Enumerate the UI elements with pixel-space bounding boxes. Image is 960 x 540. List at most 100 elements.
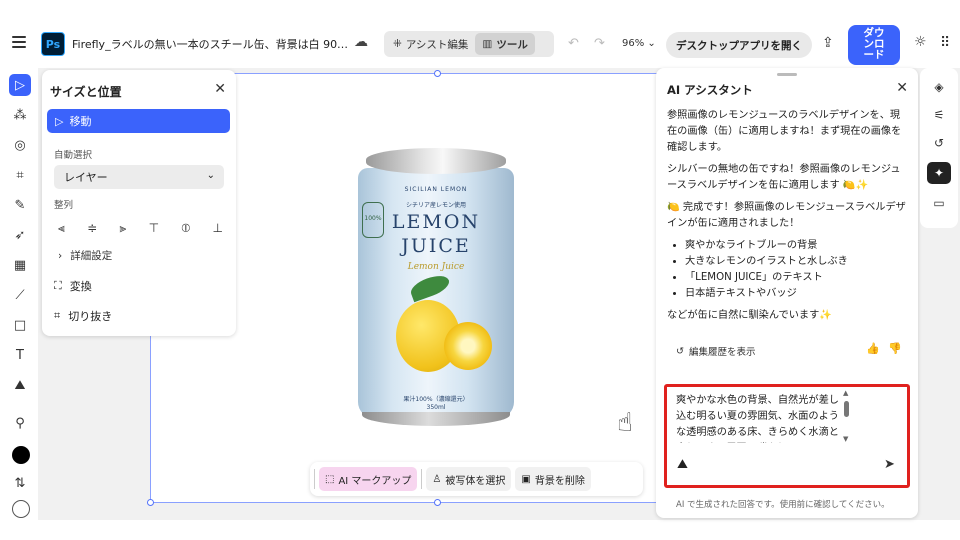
transform-icon: ⛶ [54, 279, 62, 292]
image-icon: ▣ [521, 473, 531, 485]
chevron-right-icon: › [58, 249, 63, 262]
ai-assistant-panel: AI アシスタント ✕ 参照画像のレモンジュースのラベルデザインを、現在の画像（… [656, 68, 918, 518]
edit-history-link[interactable]: ↺ 編集履歴を表示 [676, 344, 755, 359]
assist-edit-label: アシスト編集 [405, 38, 469, 51]
eyedropper-icon[interactable]: ⚲ [9, 412, 31, 434]
undo-icon[interactable]: ↶ [568, 36, 579, 51]
top-bar: Ps Firefly_ラベルの無い一本のスチール缶、背景は白 90… ☁ ⁜ ア… [0, 22, 960, 68]
can-volume: 350ml [426, 404, 446, 411]
crop-icon: ⌗ [54, 309, 61, 322]
can-bottom-rim [362, 412, 510, 426]
shapes-grid-icon[interactable]: ▦ [9, 254, 31, 276]
zoom-select[interactable]: 96% ⌄ [622, 38, 656, 49]
download-button[interactable]: ダウ ンロ ード [848, 25, 900, 65]
heal-icon[interactable]: ✎ [9, 194, 31, 216]
ai-markup-button[interactable]: ⬚ AI マークアップ [319, 467, 418, 491]
left-toolbar: ▷ ⁂ ◎ ⌗ ✎ ➶ ▦ ⟋ □ T ⛰ ⚲ ⇅ [0, 68, 38, 520]
menu-icon[interactable] [12, 36, 26, 48]
prompt-input[interactable]: 爽やかな水色の背景、自然光が差し込む明るい夏の雰囲気、水面のような透明感のある床… [664, 384, 910, 488]
align-label: 整列 [54, 200, 74, 211]
background-color-swatch[interactable] [12, 500, 30, 518]
rectangle-icon[interactable]: □ [9, 314, 31, 336]
layers-icon[interactable]: ◈ [927, 76, 951, 98]
close-icon[interactable]: ✕ [214, 81, 226, 97]
ai-assistant-icon[interactable]: ✦ [927, 162, 951, 184]
resize-handle[interactable] [434, 70, 441, 77]
auto-select-dropdown[interactable]: レイヤー ⌄ [54, 165, 224, 189]
chevron-down-icon: ⌄ [647, 38, 656, 49]
detail-settings-toggle[interactable]: › 詳細設定 [58, 248, 112, 263]
crop-item[interactable]: ⌗ 切り抜き [54, 308, 112, 324]
thumbs-up-icon[interactable]: 👍 [866, 342, 880, 355]
ai-panel-title: AI アシスタント [667, 83, 753, 97]
crop-label: 切り抜き [68, 310, 113, 323]
align-top-icon[interactable]: ⊤ [149, 221, 159, 236]
scroll-down-icon[interactable]: ▼ [843, 435, 848, 443]
move-tool-icon[interactable]: ▷ [9, 74, 31, 96]
lightbulb-icon[interactable]: ☼ [914, 34, 927, 50]
ai-markup-label: AI マークアップ [338, 475, 412, 487]
can-title-line2: JUICE [401, 235, 471, 257]
swap-colors-icon[interactable]: ⇅ [9, 472, 31, 494]
ai-messages: 参照画像のレモンジュースのラベルデザインを、現在の画像（缶）に適用しますね！まず… [667, 108, 907, 330]
magic-select-icon[interactable]: ⁂ [9, 104, 31, 126]
open-desktop-button[interactable]: デスクトップアプリを開く [666, 32, 812, 58]
panel-title: サイズと位置 [50, 85, 122, 99]
scroll-thumb[interactable] [844, 401, 849, 417]
thumbs-down-icon[interactable]: 👎 [888, 342, 902, 355]
share-icon[interactable]: ⇪ [822, 35, 834, 51]
comments-icon[interactable]: ▭ [927, 192, 951, 214]
scroll-up-icon[interactable]: ▲ [843, 389, 848, 397]
rocket-icon[interactable]: ➶ [9, 224, 31, 246]
apps-grid-icon[interactable]: ⠿ [940, 35, 950, 51]
document-title[interactable]: Firefly_ラベルの無い一本のスチール缶、背景は白 90… [72, 36, 348, 52]
chevron-down-icon: ⌄ [206, 170, 215, 181]
align-center-h-icon[interactable]: ≑ [87, 221, 97, 236]
tools-tab[interactable]: ▥ ツール [475, 33, 535, 55]
lemon-juice-can-image[interactable]: SICILIAN LEMON シチリア産レモン使用 100% LEMON JUIC… [352, 144, 520, 426]
ai-message: などが缶に自然に馴染んでいます✨ [667, 310, 832, 321]
size-position-panel: サイズと位置 ✕ ▷ 移動 自動選択 レイヤー ⌄ 整列 ⫷ ≑ ⫸ ⊤ ⦶ ⊥… [42, 70, 236, 336]
prompt-text[interactable]: 爽やかな水色の背景、自然光が差し込む明るい夏の雰囲気、水面のような透明感のある床… [676, 393, 842, 443]
detail-settings-label: 詳細設定 [70, 250, 113, 262]
attach-image-icon[interactable]: ⛰ [677, 457, 688, 472]
drag-handle[interactable] [777, 73, 797, 76]
object-select-icon[interactable]: ⌗ [9, 164, 31, 186]
assist-edit-tab[interactable]: ⁜ アシスト編集 [386, 33, 475, 55]
cloud-icon[interactable]: ☁ [354, 34, 368, 50]
image-add-icon[interactable]: ⛰ [9, 374, 31, 396]
redo-icon[interactable]: ↷ [594, 36, 605, 51]
text-icon[interactable]: T [9, 344, 31, 366]
select-subject-button[interactable]: ♙ 被写体を選択 [426, 467, 512, 491]
transform-label: 変換 [69, 280, 92, 293]
ai-message: シルバーの無地の缶ですね！参照画像のレモンジュースラベルデザインを缶に適用します… [667, 164, 901, 191]
app-logo[interactable]: Ps [41, 32, 65, 56]
send-icon[interactable]: ➤ [884, 457, 895, 472]
list-item: 「LEMON JUICE」のテキスト [685, 270, 907, 286]
foreground-color-swatch[interactable] [12, 446, 30, 464]
feature-list: 爽やかなライトブルーの背景 大きなレモンのイラストと水しぶき 「LEMON JU… [685, 238, 907, 302]
close-icon[interactable]: ✕ [896, 80, 908, 96]
resize-handle[interactable] [434, 499, 441, 506]
ai-disclaimer: AI で生成された回答です。使用前に確認してください。 [676, 500, 890, 510]
remove-background-label: 背景を削除 [534, 475, 585, 487]
divider [314, 469, 315, 489]
history-icon[interactable]: ↺ [927, 132, 951, 154]
resize-handle[interactable] [147, 499, 154, 506]
align-bottom-icon[interactable]: ⊥ [213, 221, 223, 236]
tools-label: ツール [496, 38, 528, 51]
circle-select-icon[interactable]: ◎ [9, 134, 31, 156]
align-center-v-icon[interactable]: ⦶ [181, 221, 190, 236]
align-right-icon[interactable]: ⫸ [120, 221, 127, 236]
adjustments-icon[interactable]: ⚟ [927, 104, 951, 126]
transform-item[interactable]: ⛶ 変換 [54, 278, 92, 294]
remove-background-button[interactable]: ▣ 背景を削除 [515, 467, 591, 491]
can-title-line1: LEMON [391, 211, 481, 233]
hand-cursor-icon: ☝ [617, 408, 633, 438]
can-juice-text: 果汁100%（濃縮還元） [403, 396, 469, 403]
brush-icon[interactable]: ⟋ [9, 284, 31, 306]
align-left-icon[interactable]: ⫷ [58, 221, 65, 236]
prompt-scrollbar[interactable]: ▲ ▼ [843, 389, 851, 445]
move-label: 移動 [69, 115, 92, 128]
move-button[interactable]: ▷ 移動 [47, 109, 230, 133]
